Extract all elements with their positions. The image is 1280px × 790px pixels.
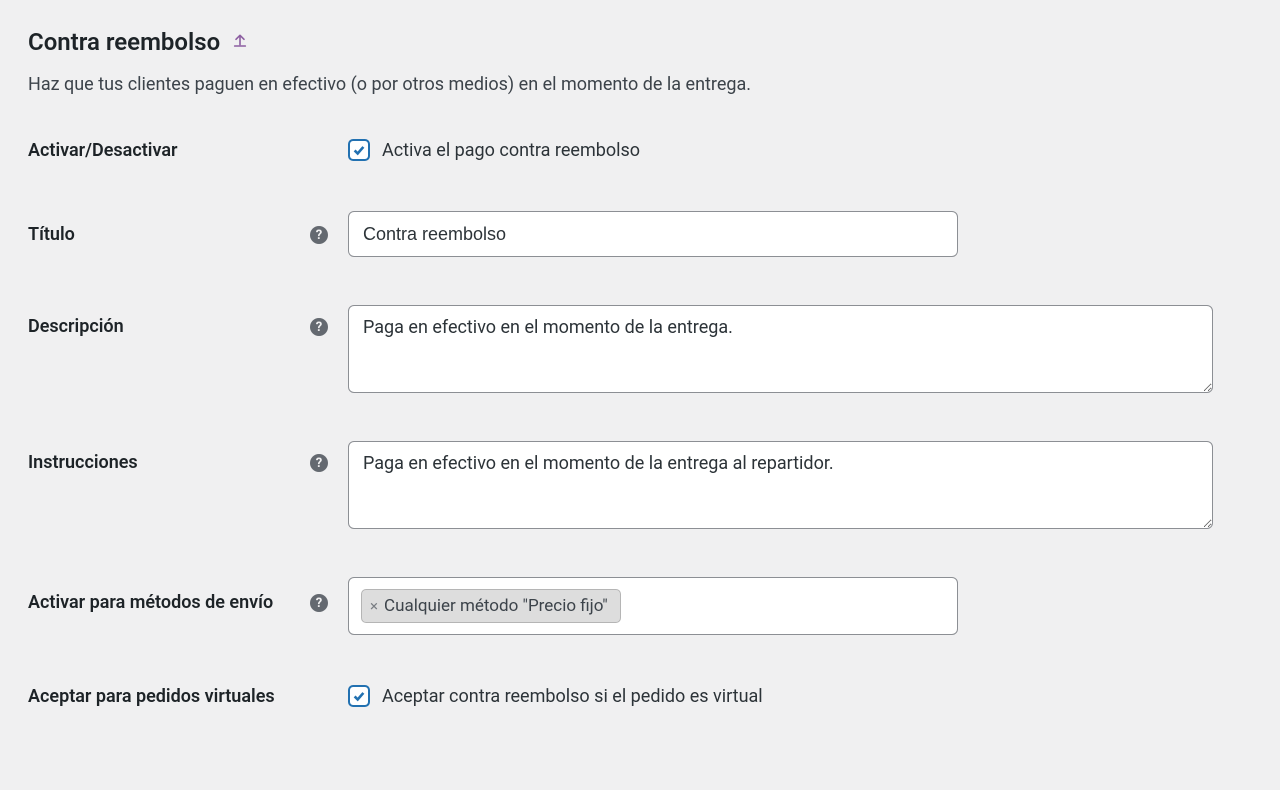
virtual-label: Aceptar para pedidos virtuales: [28, 685, 288, 709]
row-virtual: Aceptar para pedidos virtuales Aceptar c…: [28, 683, 1252, 709]
tag-remove-icon[interactable]: ×: [370, 599, 378, 614]
shipping-method-tag: × Cualquier método "Precio fijo": [361, 589, 621, 623]
row-description: Descripción ?: [28, 305, 1252, 393]
row-instructions: Instrucciones ?: [28, 441, 1252, 529]
row-title: Título ?: [28, 211, 1252, 257]
instructions-label: Instrucciones: [28, 451, 288, 475]
title-label: Título: [28, 223, 288, 247]
shipping-method-tag-label: Cualquier método "Precio fijo": [384, 596, 608, 616]
description-textarea[interactable]: [348, 305, 1213, 393]
check-icon: [352, 689, 366, 703]
check-icon: [352, 143, 366, 157]
intro-text: Haz que tus clientes paguen en efectivo …: [28, 74, 1252, 95]
virtual-checkbox[interactable]: [348, 685, 370, 707]
help-icon[interactable]: ?: [310, 226, 328, 244]
row-shipping-methods: Activar para métodos de envío ? × Cualqu…: [28, 577, 1252, 635]
virtual-checkbox-label: Aceptar contra reembolso si el pedido es…: [382, 686, 763, 707]
help-icon[interactable]: ?: [310, 594, 328, 612]
enable-checkbox[interactable]: [348, 139, 370, 161]
instructions-textarea[interactable]: [348, 441, 1213, 529]
description-label: Descripción: [28, 315, 288, 339]
back-link[interactable]: [232, 32, 248, 53]
title-input[interactable]: [348, 211, 958, 257]
page-title: Contra reembolso: [28, 28, 1252, 56]
return-icon: [232, 32, 248, 53]
row-enable: Activar/Desactivar Activa el pago contra…: [28, 137, 1252, 163]
enable-label: Activar/Desactivar: [28, 139, 288, 163]
help-icon[interactable]: ?: [310, 318, 328, 336]
help-icon[interactable]: ?: [310, 454, 328, 472]
shipping-methods-label: Activar para métodos de envío: [28, 591, 288, 615]
shipping-methods-select[interactable]: × Cualquier método "Precio fijo": [348, 577, 958, 635]
page-title-text: Contra reembolso: [28, 28, 220, 56]
enable-checkbox-label: Activa el pago contra reembolso: [382, 140, 640, 161]
